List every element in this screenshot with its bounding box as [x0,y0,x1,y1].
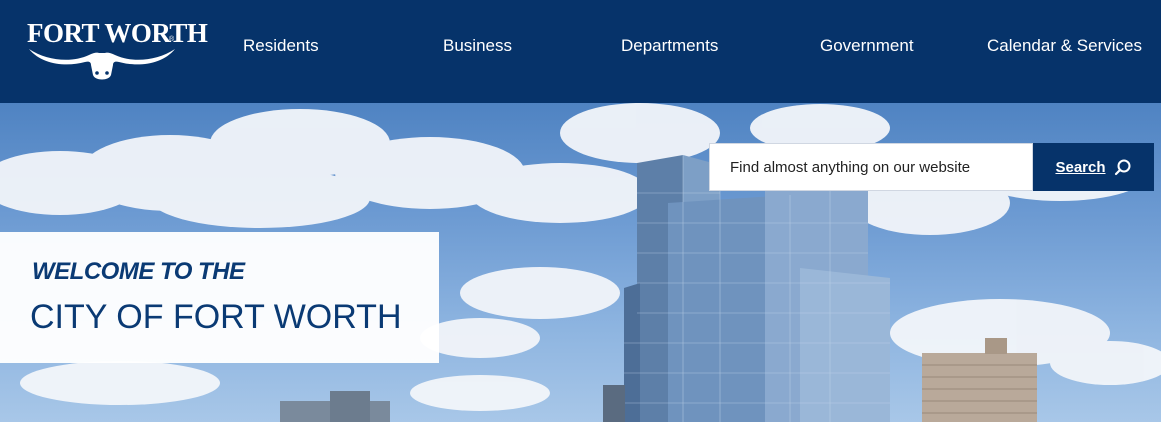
nav-business[interactable]: Business [443,36,512,56]
logo-registered-mark: ® [169,36,175,43]
search-input[interactable] [710,144,1032,190]
search-button-label: Search [1055,158,1106,176]
nav-government[interactable]: Government [820,36,914,56]
search-box [709,143,1033,191]
welcome-title: CITY OF FORT WORTH [30,298,402,336]
search-icon [1114,159,1131,176]
nav-calendar-services[interactable]: Calendar & Services [987,36,1142,56]
welcome-panel: WELCOME TO THE CITY OF FORT WORTH [0,232,439,363]
nav-departments[interactable]: Departments [621,36,718,56]
search-button[interactable]: Search [1033,143,1154,191]
nav-residents[interactable]: Residents [243,36,319,56]
fort-worth-logo[interactable]: FORT WORTH ® [27,18,208,84]
longhorn-icon [29,49,175,80]
welcome-subtitle: WELCOME TO THE [32,258,245,285]
top-navigation-bar: FORT WORTH ® Residents Business Departme… [0,0,1161,103]
